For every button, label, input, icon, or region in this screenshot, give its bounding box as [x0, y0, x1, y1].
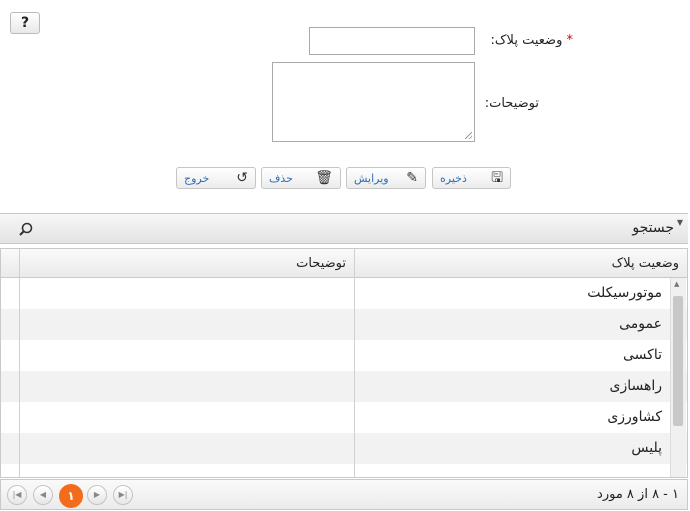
search-bar-label: جستجو: [632, 220, 674, 236]
trash-icon: 🗑: [315, 170, 333, 186]
save-button[interactable]: 🖫 ذخیره: [432, 167, 511, 189]
plate-status-input[interactable]: [309, 27, 475, 55]
column-divider: [354, 249, 355, 477]
table-row[interactable]: کشاورزی: [1, 402, 687, 433]
column-divider: [19, 249, 20, 477]
current-page-button[interactable]: ۱: [59, 484, 83, 508]
pager: |◀ ◀ ۱ ▶ ▶| ۱ - ۸ از ۸ مورد: [0, 479, 688, 510]
table-cell: عمومی: [619, 316, 662, 332]
table-row[interactable]: عمومی: [1, 309, 687, 340]
dropdown-arrow-icon: ▼: [676, 218, 683, 227]
delete-button[interactable]: 🗑 حذف: [261, 167, 341, 189]
edit-button[interactable]: ✎ ویرایش: [346, 167, 426, 189]
data-grid: وضعیت پلاک توضیحات موتورسیکلت عمومی تاکس…: [0, 248, 688, 478]
scroll-up-icon[interactable]: ▲: [674, 280, 679, 288]
table-row[interactable]: [1, 464, 687, 477]
table-row[interactable]: راهسازی: [1, 371, 687, 402]
next-page-icon[interactable]: ▶: [87, 485, 107, 505]
last-page-icon[interactable]: ▶|: [113, 485, 133, 505]
vertical-scrollbar[interactable]: ▲: [670, 278, 686, 477]
first-page-icon[interactable]: |◀: [7, 485, 27, 505]
pencil-icon: ✎: [406, 170, 418, 186]
table-row[interactable]: پلیس: [1, 433, 687, 464]
description-label: توضیحات:: [484, 96, 539, 111]
table-cell: کشاورزی: [607, 409, 662, 425]
table-row[interactable]: تاکسی: [1, 340, 687, 371]
exit-icon: ↺: [236, 170, 248, 186]
scrollbar-thumb[interactable]: [673, 296, 683, 426]
column-header-spacer: [1, 249, 19, 278]
table-cell: تاکسی: [623, 347, 662, 363]
search-icon[interactable]: [18, 222, 34, 238]
prev-page-icon[interactable]: ◀: [33, 485, 53, 505]
table-cell: راهسازی: [609, 378, 662, 394]
pager-summary: ۱ - ۸ از ۸ مورد: [597, 487, 679, 502]
table-cell: پلیس: [631, 440, 662, 456]
description-textarea[interactable]: [272, 62, 475, 142]
required-mark: *: [566, 33, 574, 48]
table-cell: موتورسیکلت: [587, 285, 662, 301]
table-row[interactable]: موتورسیکلت: [1, 278, 687, 309]
column-header-description[interactable]: توضیحات: [19, 249, 354, 278]
plate-status-label: * وضعیت پلاک:: [490, 33, 574, 48]
column-header-plate-status[interactable]: وضعیت پلاک: [354, 249, 687, 278]
help-button[interactable]: ?: [10, 12, 40, 34]
exit-button[interactable]: ↺ خروج: [176, 167, 256, 189]
resize-grip-icon[interactable]: [465, 132, 472, 139]
floppy-disk-icon: 🖫: [491, 170, 503, 186]
search-bar[interactable]: ▼ جستجو: [0, 213, 688, 244]
